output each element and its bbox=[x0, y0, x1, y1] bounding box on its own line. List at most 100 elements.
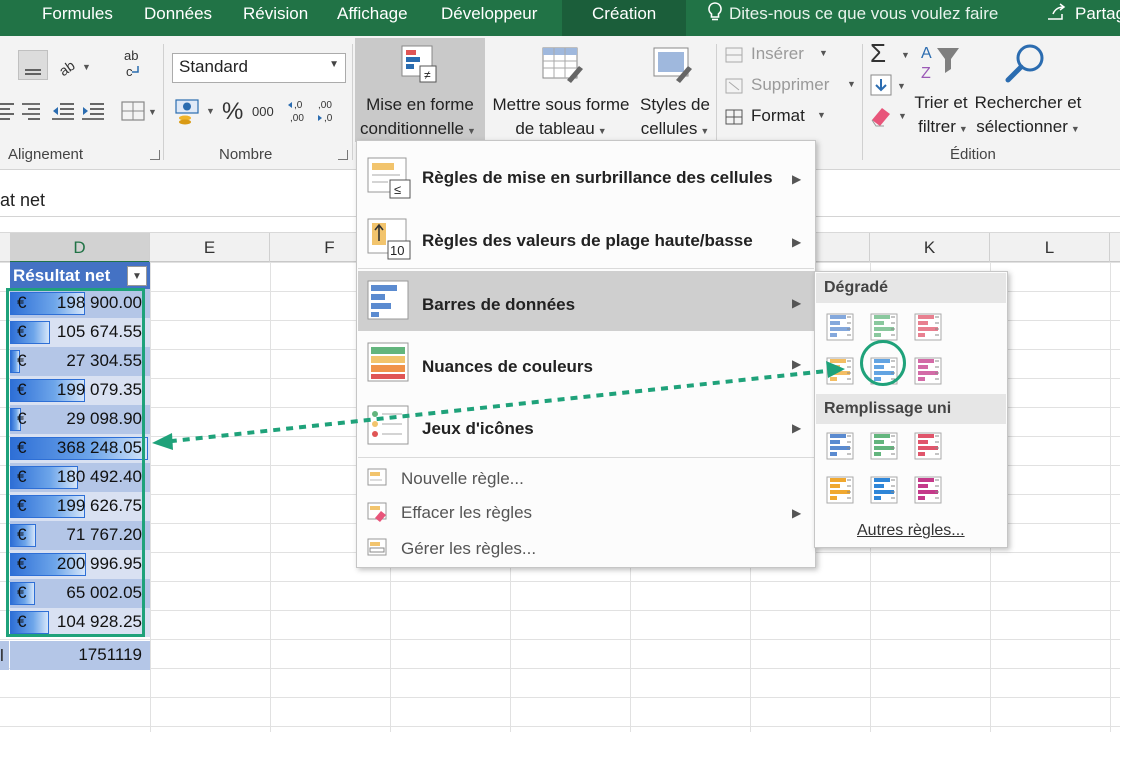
tab-developer[interactable]: Développeur bbox=[441, 0, 537, 36]
total-cell[interactable]: 1751119 bbox=[10, 641, 150, 670]
format-cells-button[interactable]: Format ▼ bbox=[724, 104, 834, 130]
table-row[interactable]: €200 996.95 bbox=[10, 550, 150, 579]
svg-text:≠: ≠ bbox=[424, 68, 431, 82]
orientation-button[interactable]: ab ▼ bbox=[56, 52, 92, 80]
increase-indent-button[interactable] bbox=[80, 98, 106, 124]
table-row[interactable]: €180 492.40 bbox=[10, 463, 150, 492]
menu-item-highlight-rules[interactable]: ≤ Règles de mise en surbrillance des cel… bbox=[358, 148, 814, 208]
conditional-formatting-button[interactable]: ≠ Mise en forme conditionnelle ▼ bbox=[355, 38, 485, 142]
merge-center-icon: ▼ bbox=[121, 101, 157, 121]
table-row[interactable]: €199 626.75 bbox=[10, 492, 150, 521]
gradient-data-bar-swatch[interactable] bbox=[825, 312, 855, 342]
gradient-data-bar-swatch[interactable] bbox=[913, 312, 943, 342]
conditional-formatting-icon: ≠ bbox=[401, 45, 437, 83]
table-row[interactable]: €198 900.00 bbox=[10, 289, 150, 318]
menu-item-color-scales[interactable]: Nuances de couleurs ▶ bbox=[358, 333, 814, 393]
tab-formulas[interactable]: Formules bbox=[42, 0, 113, 36]
top-bottom-icon-text: 10 bbox=[390, 243, 404, 258]
table-row[interactable]: €27 304.55 bbox=[10, 347, 150, 376]
autosum-icon[interactable]: Σ bbox=[870, 38, 886, 69]
more-rules-link[interactable]: Autres règles... bbox=[857, 522, 965, 540]
svg-text:▼: ▼ bbox=[148, 107, 157, 117]
solid-data-bar-swatch[interactable] bbox=[869, 475, 899, 505]
menu-item-clear-rules[interactable]: Effacer les règles ▶ bbox=[358, 497, 814, 529]
currency-symbol: € bbox=[17, 322, 27, 341]
increase-decimal-button[interactable]: ,0,00 bbox=[286, 96, 314, 126]
formula-content: at net bbox=[0, 190, 46, 210]
cell-value: 104 928.25 bbox=[56, 612, 142, 631]
menu-item-top-bottom-rules[interactable]: 10 Règles des valeurs de plage haute/bas… bbox=[358, 209, 814, 269]
decrease-indent-button[interactable] bbox=[50, 98, 76, 124]
cell-styles-button[interactable]: Styles de cellules ▼ bbox=[636, 38, 714, 142]
sort-filter-button[interactable]: AZ Trier et filtrer ▼ bbox=[912, 40, 970, 140]
column-header-e[interactable]: E bbox=[150, 233, 270, 263]
number-launcher-icon[interactable] bbox=[338, 150, 348, 160]
merge-center-button[interactable]: ▼ bbox=[120, 98, 160, 124]
solid-data-bar-swatch[interactable] bbox=[869, 431, 899, 461]
menu-separator bbox=[358, 268, 814, 269]
align-left-button[interactable] bbox=[0, 98, 16, 124]
table-row[interactable]: €104 928.25 bbox=[10, 608, 150, 637]
table-row[interactable]: €199 079.35 bbox=[10, 376, 150, 405]
filter-dropdown-icon[interactable]: ▼ bbox=[127, 266, 147, 286]
solid-data-bar-swatch[interactable] bbox=[913, 431, 943, 461]
clear-button[interactable]: ▼ bbox=[870, 104, 910, 128]
cell-value: 368 248.05 bbox=[56, 438, 142, 457]
share-button[interactable]: Partag bbox=[1045, 0, 1125, 30]
alignment-launcher-icon[interactable] bbox=[150, 150, 160, 160]
table-row[interactable]: €65 002.05 bbox=[10, 579, 150, 608]
wrap-text-button[interactable]: ab c bbox=[120, 48, 148, 82]
menu-item-data-bars[interactable]: Barres de données ▶ bbox=[358, 271, 814, 331]
tab-view[interactable]: Affichage bbox=[337, 0, 408, 36]
accounting-format-button[interactable]: ▼ bbox=[174, 96, 218, 126]
grid-row-line bbox=[0, 610, 1120, 611]
solid-data-bar-swatch[interactable] bbox=[913, 475, 943, 505]
number-format-select[interactable]: Standard ▼ bbox=[172, 53, 346, 83]
insert-label: Insérer bbox=[751, 44, 804, 63]
solid-data-bar-swatch[interactable] bbox=[825, 431, 855, 461]
tab-creation[interactable]: Création bbox=[562, 0, 687, 36]
fill-button[interactable]: ▼ bbox=[870, 74, 908, 98]
accounting-icon: ▼ bbox=[175, 99, 215, 125]
menu-item-manage-rules[interactable]: Gérer les règles... bbox=[358, 533, 814, 565]
table-row[interactable]: €105 674.55 bbox=[10, 318, 150, 347]
gradient-data-bar-swatch[interactable] bbox=[869, 356, 899, 386]
find-select-line1: Rechercher et bbox=[974, 93, 1082, 112]
format-as-table-button[interactable]: Mettre sous forme de tableau ▼ bbox=[487, 38, 635, 142]
percent-button[interactable]: % bbox=[222, 98, 243, 126]
table-row[interactable]: €368 248.05 bbox=[10, 434, 150, 463]
column-header-d[interactable]: D bbox=[10, 233, 150, 263]
insert-button[interactable]: Insérer ▼ bbox=[724, 42, 834, 68]
gradient-data-bar-swatch[interactable] bbox=[825, 356, 855, 386]
table-row[interactable]: €71 767.20 bbox=[10, 521, 150, 550]
tab-data[interactable]: Données bbox=[144, 0, 212, 36]
find-select-button[interactable]: Rechercher et sélectionner ▼ bbox=[972, 40, 1084, 140]
data-bar bbox=[10, 321, 51, 344]
currency-symbol: € bbox=[17, 612, 27, 631]
align-right-button[interactable] bbox=[20, 98, 44, 124]
chevron-right-icon: ▶ bbox=[792, 357, 802, 371]
delete-button[interactable]: Supprimer ▼ bbox=[724, 73, 858, 99]
format-as-table-icon bbox=[542, 47, 583, 83]
tell-me-box[interactable]: Dites-nous ce que vous voulez faire bbox=[705, 0, 998, 30]
number-group-label: Nombre bbox=[219, 146, 273, 163]
highlight-rules-icon-text: ≤ bbox=[394, 182, 401, 197]
column-header-k[interactable]: K bbox=[870, 233, 990, 263]
manage-rules-label: Gérer les règles... bbox=[401, 539, 537, 558]
table-row[interactable]: €29 098.90 bbox=[10, 405, 150, 434]
gradient-data-bar-swatch[interactable] bbox=[869, 312, 899, 342]
grid-column-line bbox=[270, 262, 271, 732]
menu-item-new-rule[interactable]: Nouvelle règle... bbox=[358, 463, 814, 495]
decrease-decimal-button[interactable]: ,00,0 bbox=[316, 96, 344, 126]
thousands-button[interactable]: 000 bbox=[252, 104, 274, 119]
column-header-l[interactable]: L bbox=[990, 233, 1110, 263]
align-bottom-button[interactable] bbox=[18, 50, 48, 80]
cell-styles-line1: Styles de bbox=[640, 95, 710, 114]
gradient-data-bar-swatch[interactable] bbox=[913, 356, 943, 386]
total-label-cell[interactable]: l bbox=[0, 641, 9, 670]
currency-symbol: € bbox=[17, 409, 27, 428]
tab-review[interactable]: Révision bbox=[243, 0, 308, 36]
solid-data-bar-swatch[interactable] bbox=[825, 475, 855, 505]
currency-symbol: € bbox=[17, 380, 27, 399]
menu-item-icon-sets[interactable]: Jeux d'icônes ▶ bbox=[358, 396, 814, 456]
